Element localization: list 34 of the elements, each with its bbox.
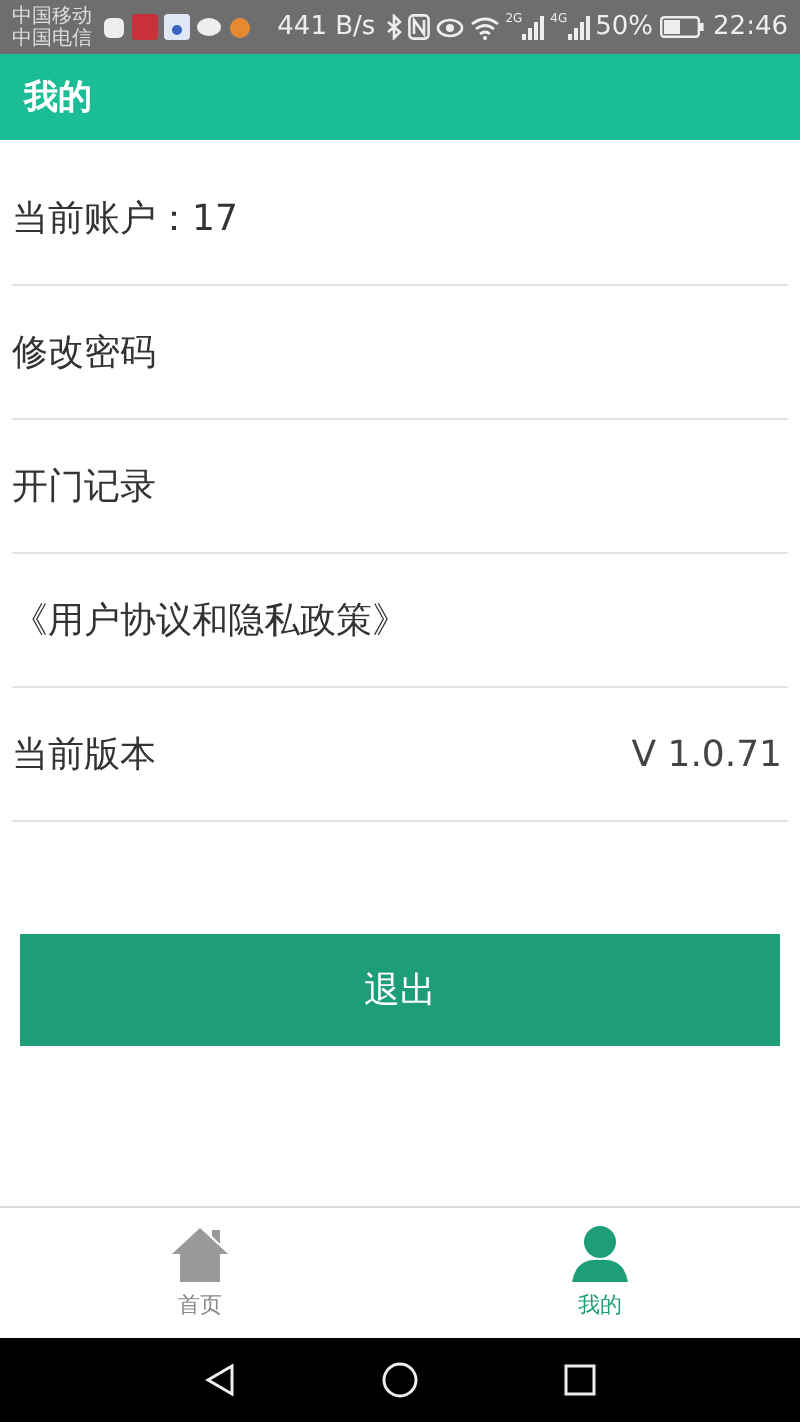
row-label: 当前版本 [12, 732, 156, 778]
wifi-icon [469, 15, 500, 39]
row-label: 《用户协议和隐私政策》 [12, 598, 408, 644]
menu-row[interactable]: 开门记录 [12, 420, 788, 554]
row-label: 当前账户：17 [12, 196, 238, 242]
version-value: V 1.0.71 [631, 733, 782, 775]
battery-percent: 50% [595, 12, 654, 42]
person-icon [570, 1226, 630, 1282]
eye-icon [435, 16, 464, 38]
network-speed: 441 B/s [277, 12, 376, 42]
menu-row[interactable]: 当前版本 V 1.0.71 [12, 688, 788, 822]
home-icon [170, 1226, 230, 1282]
chat-bubble-icon [196, 15, 222, 39]
menu-row[interactable]: 《用户协议和隐私政策》 [12, 554, 788, 688]
row-label: 开门记录 [12, 464, 156, 510]
carrier-name: 中国电信 [12, 27, 92, 49]
recents-icon[interactable] [562, 1362, 598, 1398]
menu-row[interactable]: 当前账户：17 [12, 152, 788, 286]
app-notification-icon [228, 14, 252, 40]
signal-icon [567, 15, 590, 39]
nav-tab[interactable]: 首页 [0, 1208, 400, 1338]
signal-icon [522, 15, 545, 39]
battery-icon [659, 16, 704, 38]
row-label: 修改密码 [12, 330, 156, 376]
back-icon[interactable] [202, 1362, 238, 1398]
page-title: 我的 [24, 76, 92, 120]
bluetooth-icon [385, 14, 402, 40]
app-notification-icon [132, 14, 158, 40]
nfc-icon [407, 14, 430, 40]
home-circle-icon[interactable] [382, 1362, 418, 1398]
clock-time: 22:46 [713, 12, 788, 42]
app-notification-icon [102, 15, 126, 39]
carrier-name: 中国移动 [12, 5, 92, 27]
menu-row[interactable]: 修改密码 [12, 286, 788, 420]
